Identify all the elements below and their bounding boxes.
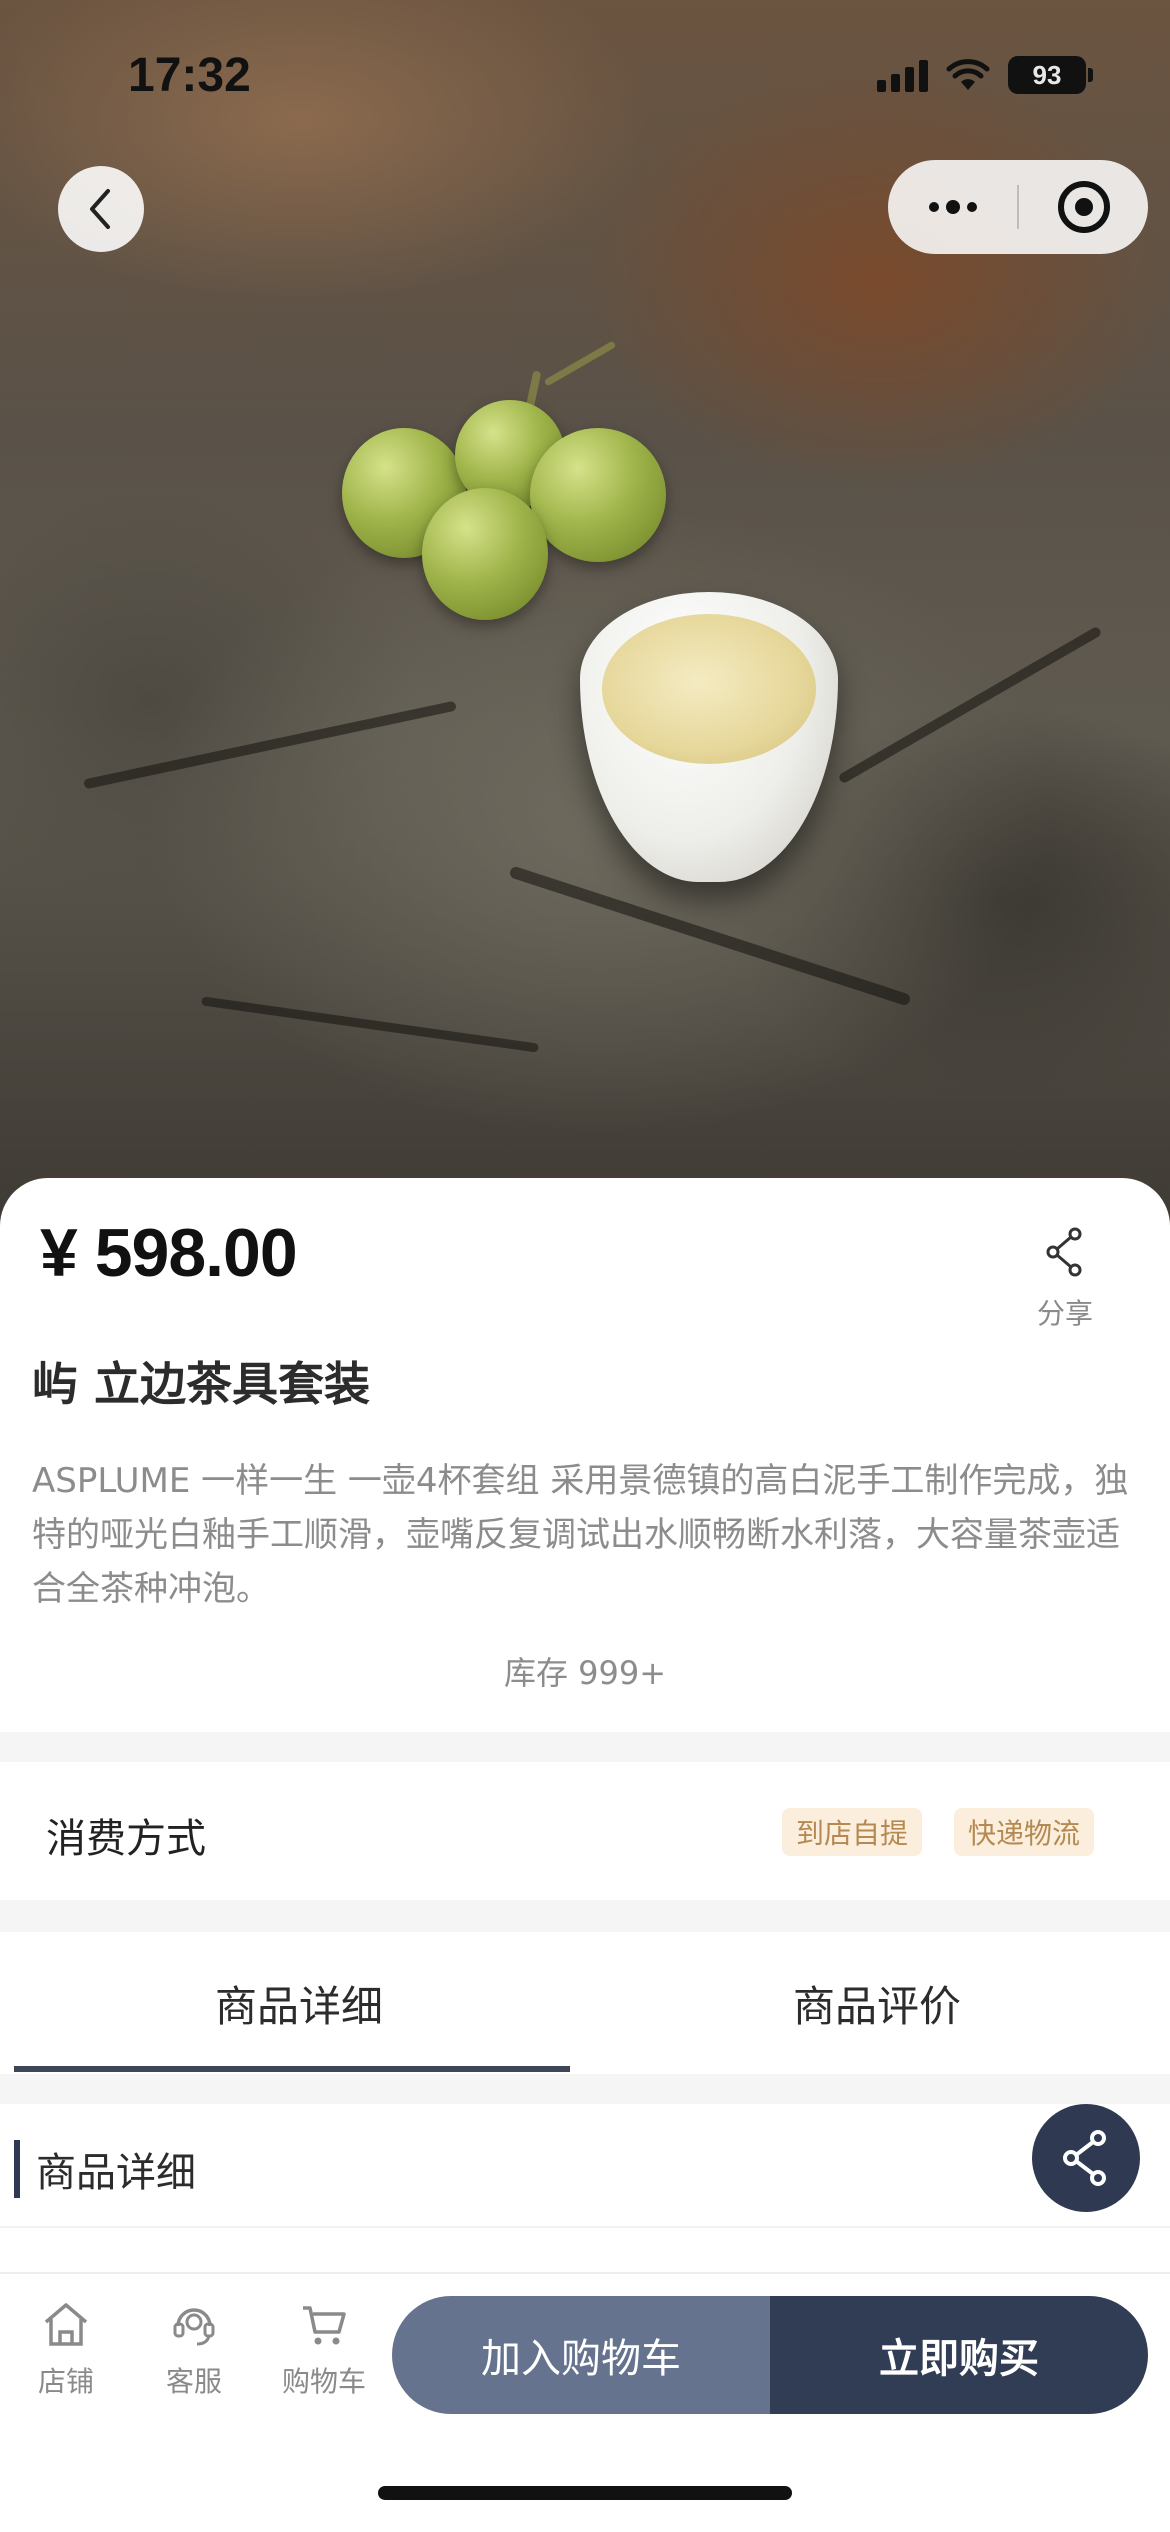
stock-count: 库存 999+ xyxy=(503,1654,667,1692)
nav-store-label: 店铺 xyxy=(37,2365,94,2398)
target-icon xyxy=(1057,181,1110,233)
customer-service-icon xyxy=(173,2308,215,2346)
tea-cup xyxy=(580,592,838,882)
share-icon xyxy=(1063,2130,1106,2186)
rock-crack xyxy=(201,996,539,1053)
buy-now-button[interactable]: 立即购买 xyxy=(770,2296,1148,2414)
detail-tabs: 商品详细 商品评价 xyxy=(0,1932,1170,2074)
status-icons: 93 xyxy=(877,56,1093,94)
share-button[interactable]: 分享 xyxy=(1020,1226,1110,1332)
signal-icon xyxy=(877,58,928,92)
chevron-left-icon xyxy=(90,189,110,229)
product-price: ¥ 598.00 xyxy=(40,1215,298,1291)
battery-icon: 93 xyxy=(1008,56,1093,94)
miniapp-capsule xyxy=(888,160,1148,254)
section-gap xyxy=(0,1732,1170,1762)
home-indicator xyxy=(378,2486,792,2500)
share-label: 分享 xyxy=(1036,1297,1093,1330)
wifi-icon xyxy=(946,59,990,90)
grape xyxy=(530,428,666,562)
grape-stem xyxy=(543,340,617,387)
rock-crack xyxy=(83,700,457,790)
nav-cart[interactable]: 购物车 xyxy=(264,2300,384,2400)
product-title: 屿 立边茶具套装 xyxy=(32,1357,371,1411)
rock-crack xyxy=(837,625,1103,785)
grape xyxy=(422,488,548,620)
section-header: 商品详细 xyxy=(0,2104,1170,2228)
section-title: 商品详细 xyxy=(36,2150,196,2196)
nav-cart-label: 购物车 xyxy=(281,2365,366,2398)
store-icon xyxy=(44,2303,88,2346)
product-description: ASPLUME 一样一生 一壶4杯套组 采用景德镇的高白泥手工制作完成，独特的哑… xyxy=(32,1461,1129,1609)
tea xyxy=(602,614,816,764)
section-accent-bar xyxy=(14,2140,20,2198)
status-time: 17:32 xyxy=(128,49,251,102)
more-button[interactable] xyxy=(888,160,1017,254)
cart-icon xyxy=(303,2306,346,2345)
nav-customer-service-label: 客服 xyxy=(165,2365,222,2398)
back-button[interactable] xyxy=(58,166,144,252)
nav-store[interactable]: 店铺 xyxy=(6,2300,126,2400)
consumption-label: 消费方式 xyxy=(46,1816,206,1862)
tab-product-reviews[interactable]: 商品评价 xyxy=(592,1932,1162,2074)
tag-pickup: 到店自提 xyxy=(781,1808,922,1856)
more-dots-icon xyxy=(928,200,977,214)
nav-customer-service[interactable]: 客服 xyxy=(134,2300,254,2400)
share-icon xyxy=(1046,1227,1082,1277)
section-gap xyxy=(0,2074,1170,2104)
consumption-tags: 到店自提 快递物流 xyxy=(781,1808,1094,1856)
product-info-card: ¥ 598.00 分享 屿 立边茶具套装 ASPLUME 一样一生 一壶4杯套组… xyxy=(0,1178,1170,1732)
close-miniapp-button[interactable] xyxy=(1019,160,1148,254)
tag-delivery: 快递物流 xyxy=(953,1808,1094,1856)
section-gap xyxy=(0,1900,1170,1932)
consumption-method-row: 消费方式 到店自提 快递物流 xyxy=(0,1762,1170,1900)
add-to-cart-button[interactable]: 加入购物车 xyxy=(392,2296,770,2414)
rock-crack xyxy=(508,865,912,1007)
active-tab-indicator xyxy=(14,2066,570,2072)
tab-product-details[interactable]: 商品详细 xyxy=(14,1932,584,2074)
floating-share-button[interactable] xyxy=(1032,2104,1140,2212)
